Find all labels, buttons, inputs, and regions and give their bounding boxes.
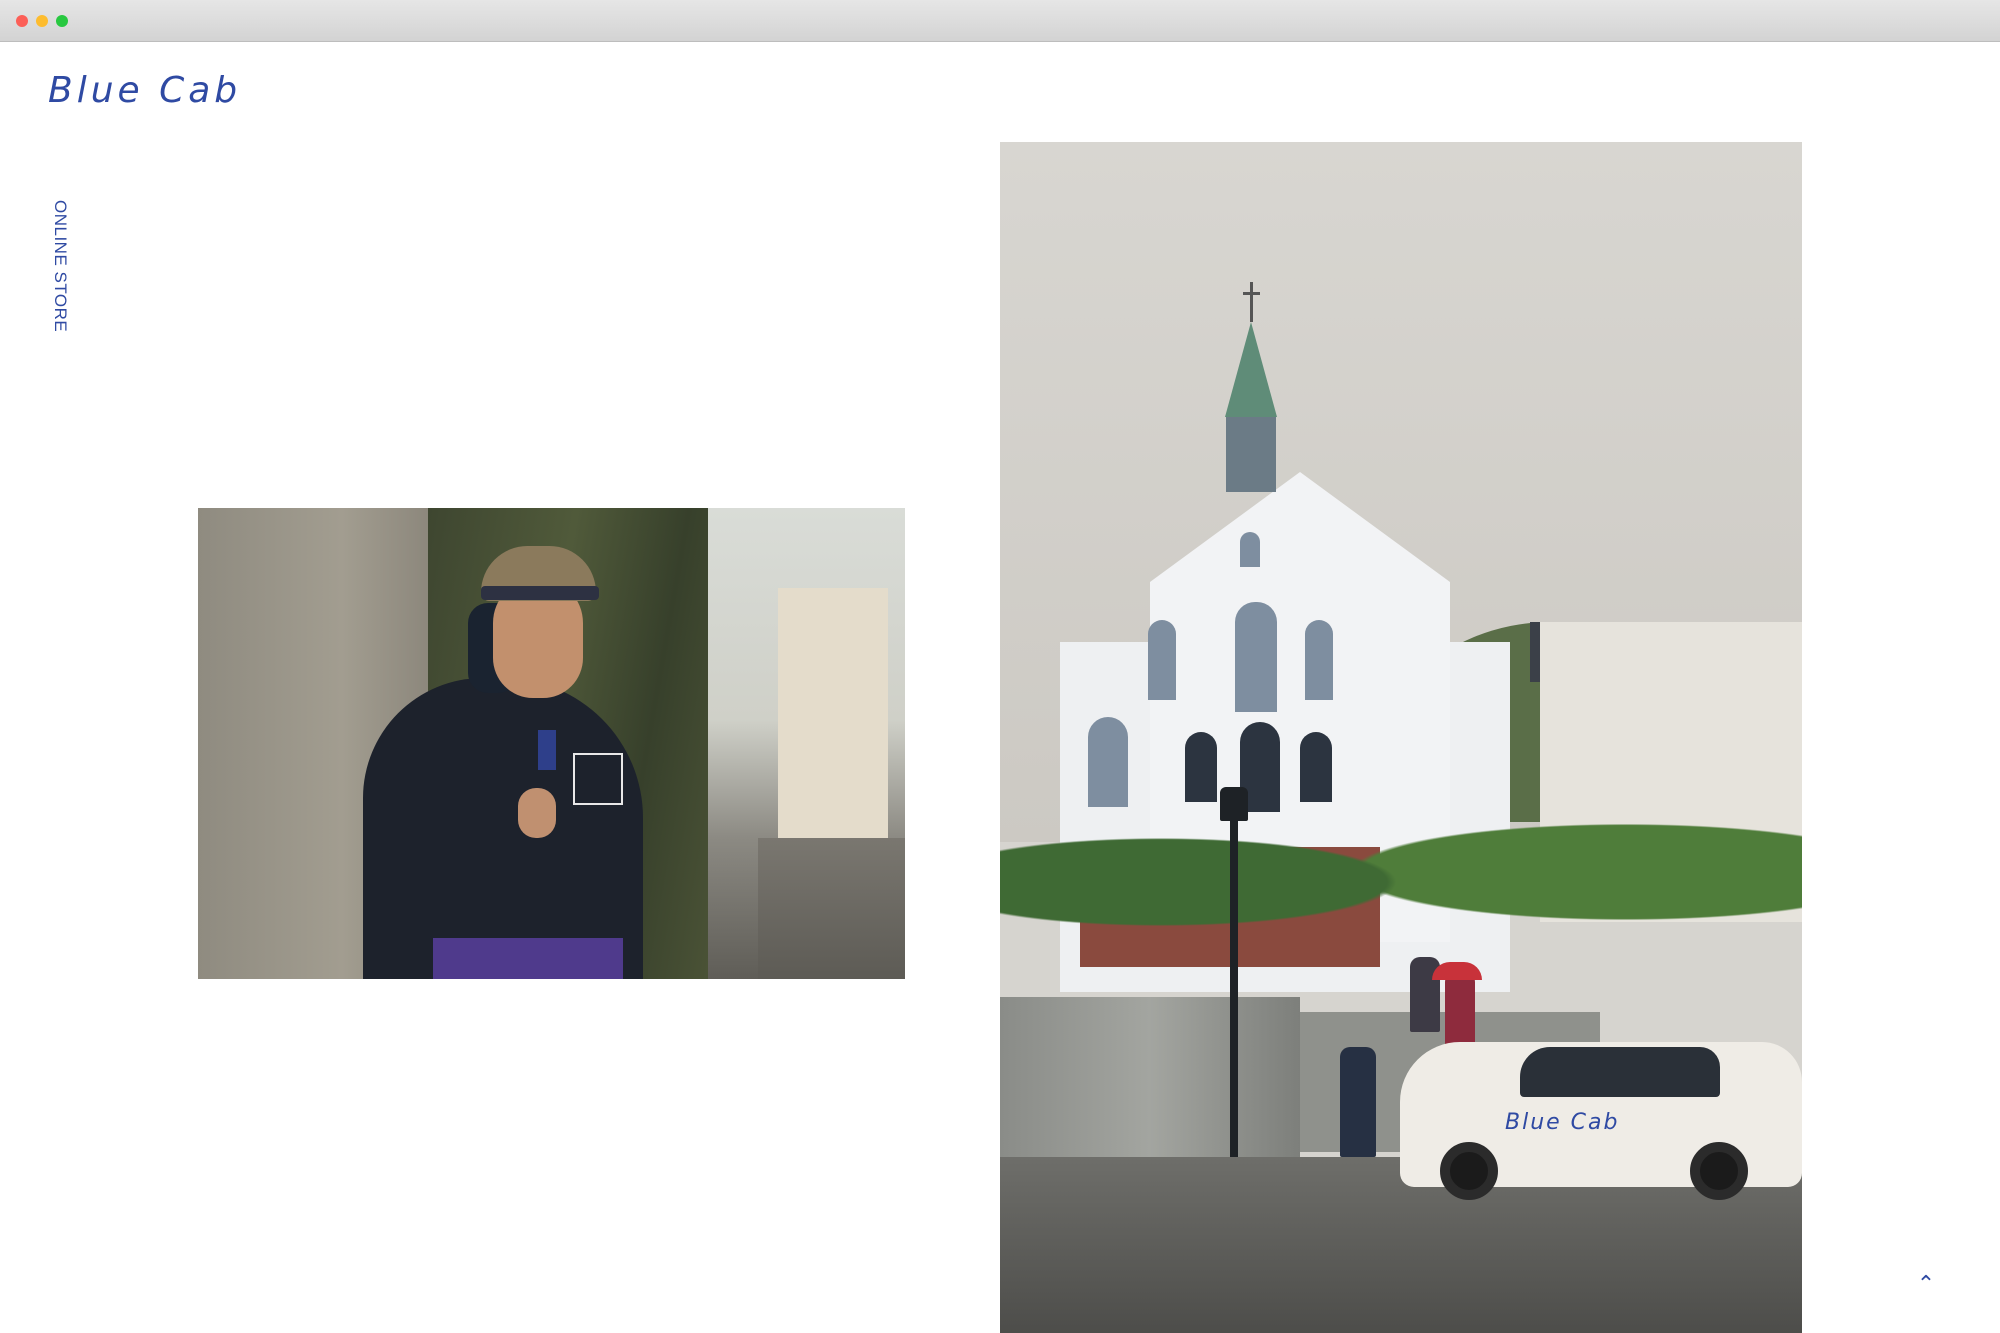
maximize-window-button[interactable] [56,15,68,27]
site-logo[interactable]: Blue Cab [48,70,241,111]
jacket-logo-patch [573,753,623,805]
chevron-up-icon[interactable]: ⌃ [1912,1273,1940,1295]
man-in-cap-photo [198,508,905,979]
online-store-link[interactable]: ONLINE STORE [50,200,70,332]
browser-titlebar [0,0,2000,42]
taxi-door-label: Blue Cab [1505,1110,1620,1135]
minimize-window-button[interactable] [36,15,48,27]
close-window-button[interactable] [16,15,28,27]
church-and-taxi-photo: Blue Cab [1000,142,1802,1333]
